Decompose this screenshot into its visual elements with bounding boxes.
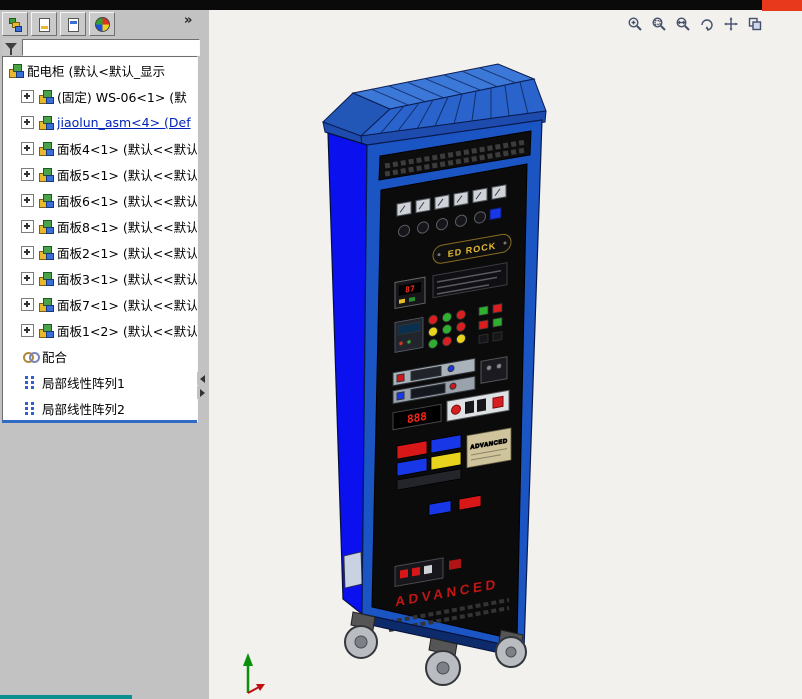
linear-pattern-icon (23, 401, 38, 416)
tree-item-label: 面板2<1> (默认<<默认 (57, 243, 197, 262)
expand-plus-icon[interactable] (21, 246, 34, 259)
tree-item-panel3[interactable]: 面板3<1> (默认<<默认 (3, 265, 197, 291)
zoom-fit-icon[interactable] (673, 14, 693, 34)
featuremanager-icon (8, 17, 22, 31)
view-toolbar (625, 14, 765, 34)
display-style-icon[interactable] (745, 14, 765, 34)
pan-icon[interactable] (721, 14, 741, 34)
digital-meter-value: 87 (405, 284, 415, 295)
triangle-right-icon (200, 389, 205, 397)
tree-item-label: jiaolun_asm<4> (Def (57, 115, 191, 130)
assembly-icon (8, 63, 23, 78)
tree-item-panel8[interactable]: 面板8<1> (默认<<默认 (3, 213, 197, 239)
component-icon (38, 245, 53, 260)
expand-plus-icon[interactable] (21, 90, 34, 103)
propertymanager-icon (37, 17, 51, 31)
cabinet-3d-model[interactable]: ED ROCK 87 (209, 10, 802, 699)
configurationmanager-icon (66, 17, 80, 31)
expand-plus-icon[interactable] (21, 168, 34, 181)
taskbar-edge (0, 695, 132, 699)
tree-item-label: 面板3<1> (默认<<默认 (57, 269, 197, 288)
expand-plus-icon[interactable] (21, 194, 34, 207)
panel-tabs-toolbar (2, 12, 115, 36)
tree-item-panel2[interactable]: 面板2<1> (默认<<默认 (3, 239, 197, 265)
solidworks-window: » 配电柜 (默认<默认_显示 (固定) WS-06<1> (默 jiaolun… (0, 0, 802, 699)
component-icon (38, 89, 53, 104)
titlebar-strip (0, 0, 802, 10)
tree-item-label: 面板1<2> (默认<<默认 (57, 321, 197, 340)
tree-item-pattern1[interactable]: 局部线性阵列1 (3, 369, 197, 395)
component-icon (38, 323, 53, 338)
component-icon (38, 297, 53, 312)
tree-item-label: 配合 (42, 347, 67, 366)
pane-collapse-left-button[interactable] (197, 372, 208, 385)
tree-filter-input[interactable] (22, 39, 200, 56)
expand-plus-icon[interactable] (21, 272, 34, 285)
tree-item-assembly-root[interactable]: 配电柜 (默认<默认_显示 (3, 57, 197, 83)
tree-item-label: 面板4<1> (默认<<默认 (57, 139, 197, 158)
toolbar-expand-button[interactable]: » (184, 13, 192, 28)
component-icon (38, 271, 53, 286)
graphics-viewport[interactable]: ED ROCK 87 (208, 10, 802, 699)
tree-item-panel4[interactable]: 面板4<1> (默认<<默认 (3, 135, 197, 161)
tree-item-panel7[interactable]: 面板7<1> (默认<<默认 (3, 291, 197, 317)
feature-tree: 配电柜 (默认<默认_显示 (固定) WS-06<1> (默 jiaolun_a… (2, 56, 198, 422)
propertymanager-tab[interactable] (31, 12, 57, 36)
zoom-window-icon[interactable] (649, 14, 669, 34)
tree-item-label: 面板8<1> (默认<<默认 (57, 217, 197, 236)
component-icon (38, 141, 53, 156)
tree-item-label: 局部线性阵列1 (42, 373, 125, 392)
tree-item-label: 配电柜 (默认<默认_显示 (27, 61, 165, 80)
tree-item-panel5[interactable]: 面板5<1> (默认<<默认 (3, 161, 197, 187)
configurationmanager-tab[interactable] (60, 12, 86, 36)
expand-plus-icon[interactable] (21, 116, 34, 129)
cabinet-side-face (328, 133, 367, 614)
expand-plus-icon[interactable] (21, 324, 34, 337)
featuremanager-tab[interactable] (2, 12, 28, 36)
filter-button[interactable] (2, 38, 20, 55)
tree-item-jiaolun-asm[interactable]: jiaolun_asm<4> (Def (3, 109, 197, 135)
expand-plus-icon[interactable] (21, 298, 34, 311)
pane-expand-right-button[interactable] (197, 386, 208, 399)
tree-item-ws06[interactable]: (固定) WS-06<1> (默 (3, 83, 197, 109)
tree-item-label: (固定) WS-06<1> (默 (57, 87, 187, 106)
expand-plus-icon[interactable] (21, 220, 34, 233)
zoom-in-icon[interactable] (625, 14, 645, 34)
triangle-left-icon (200, 375, 205, 383)
component-icon (38, 167, 53, 182)
close-button[interactable] (762, 0, 802, 11)
displaymanager-tab[interactable] (89, 12, 115, 36)
tree-item-panel6[interactable]: 面板6<1> (默认<<默认 (3, 187, 197, 213)
rotate-view-icon[interactable] (697, 14, 717, 34)
component-icon (38, 193, 53, 208)
displaymanager-icon (95, 17, 110, 32)
tree-item-mates[interactable]: 配合 (3, 343, 197, 369)
tree-item-label: 面板7<1> (默认<<默认 (57, 295, 197, 314)
tree-panel-splitter[interactable] (2, 420, 197, 423)
tree-item-pattern2[interactable]: 局部线性阵列2 (3, 395, 197, 421)
linear-pattern-icon (23, 375, 38, 390)
component-icon (38, 115, 53, 130)
side-label (344, 552, 362, 588)
filter-funnel-icon (5, 43, 17, 50)
expand-plus-icon[interactable] (21, 142, 34, 155)
tree-item-panel1[interactable]: 面板1<2> (默认<<默认 (3, 317, 197, 343)
origin-triad (243, 653, 265, 693)
mates-folder-icon (23, 349, 38, 364)
tree-item-label: 局部线性阵列2 (42, 399, 125, 418)
tree-item-label: 面板6<1> (默认<<默认 (57, 191, 197, 210)
component-icon (38, 219, 53, 234)
tree-item-label: 面板5<1> (默认<<默认 (57, 165, 197, 184)
